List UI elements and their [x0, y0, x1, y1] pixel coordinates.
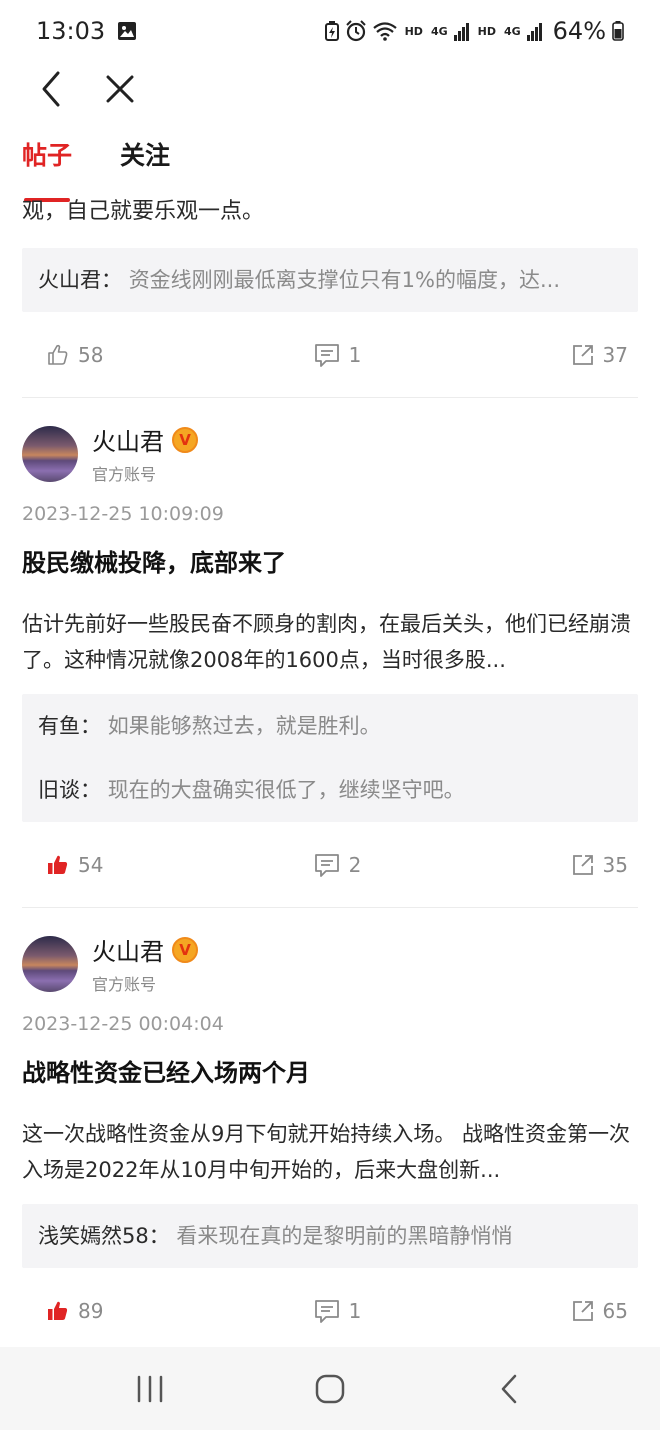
comment-line: 火山君： 资金线刚刚最低离支撑位只有1%的幅度，达... — [38, 266, 622, 294]
comment-preview-box[interactable]: 有鱼： 如果能够熬过去，就是胜利。 旧谈： 现在的大盘确实很低了，继续坚守吧。 — [22, 694, 638, 822]
author-block: 火山君 V 官方账号 — [92, 932, 198, 995]
like-button[interactable]: 54 — [22, 853, 103, 877]
share-icon — [572, 1300, 593, 1321]
post-actions: 58 1 37 — [22, 312, 638, 398]
signal-icon-2 — [526, 23, 542, 41]
comment-count: 1 — [348, 1298, 362, 1323]
back-arrow-icon[interactable] — [34, 69, 70, 109]
like-button[interactable]: 89 — [22, 1299, 103, 1323]
hd-label-1: HD — [404, 24, 423, 38]
feed[interactable]: 观，自己就要乐观一点。 火山君： 资金线刚刚最低离支撑位只有1%的幅度，达...… — [0, 190, 660, 1347]
comment-icon — [314, 343, 339, 367]
system-back-icon[interactable] — [490, 1371, 530, 1407]
tab-following[interactable]: 关注 — [120, 136, 170, 190]
battery-icon — [612, 21, 624, 41]
post-body[interactable]: 这一次战略性资金从9月下旬就开始持续入场。 战略性资金第一次入场是2022年从1… — [22, 1116, 638, 1188]
close-icon[interactable] — [102, 69, 138, 109]
comment-author: 火山君： — [38, 268, 122, 292]
comment-author: 有鱼： — [38, 714, 101, 738]
share-button[interactable]: 65 — [571, 1299, 638, 1323]
status-time: 13:03 — [36, 17, 106, 45]
status-bar: 13:03 HD 4G HD 4G 64% — [0, 0, 660, 62]
share-icon — [572, 854, 593, 875]
share-count: 37 — [602, 342, 628, 367]
author-block: 火山君 V 官方账号 — [92, 422, 198, 485]
author-name[interactable]: 火山君 — [92, 932, 164, 967]
post-actions: 89 1 65 — [22, 1268, 638, 1347]
signal-icon-1 — [453, 23, 469, 41]
post-body[interactable]: 估计先前好一些股民奋不顾身的割肉，在最后关头，他们已经崩溃了。这种情况就像200… — [22, 606, 638, 678]
gallery-notification-icon — [118, 22, 137, 40]
hd-label-2: HD — [477, 24, 496, 38]
post-actions: 54 2 35 — [22, 822, 638, 908]
top-nav — [0, 62, 660, 116]
like-count: 58 — [78, 342, 104, 367]
comment-line: 旧谈： 现在的大盘确实很低了，继续坚守吧。 — [38, 776, 622, 804]
thumbs-up-icon — [48, 344, 68, 365]
post-partial[interactable]: 观，自己就要乐观一点。 火山君： 资金线刚刚最低离支撑位只有1%的幅度，达...… — [0, 196, 660, 398]
wifi-icon — [372, 22, 397, 41]
share-button[interactable]: 35 — [571, 853, 638, 877]
comment-text: 现在的大盘确实很低了，继续坚守吧。 — [107, 778, 465, 802]
post-time: 2023-12-25 00:04:04 — [22, 1013, 224, 1035]
author-name[interactable]: 火山君 — [92, 422, 164, 457]
thumbs-up-icon — [48, 855, 68, 874]
comment-preview-box[interactable]: 火山君： 资金线刚刚最低离支撑位只有1%的幅度，达... — [22, 248, 638, 312]
avatar[interactable] — [22, 425, 78, 482]
post-title[interactable]: 战略性资金已经入场两个月 — [22, 1053, 638, 1088]
alarm-icon — [345, 20, 366, 42]
post-header: 火山君 V 官方账号 — [22, 932, 638, 995]
comment-count: 1 — [348, 342, 362, 367]
like-count: 89 — [78, 1298, 104, 1323]
thumbs-up-icon — [48, 1301, 68, 1320]
battery-saver-icon — [324, 21, 339, 41]
comment-count: 2 — [348, 852, 362, 877]
comment-button[interactable]: 2 — [313, 852, 362, 878]
network-label-2: 4G — [503, 24, 521, 38]
like-count: 54 — [78, 852, 104, 877]
author-subtitle: 官方账号 — [92, 975, 157, 994]
comment-button[interactable]: 1 — [313, 342, 362, 368]
home-icon[interactable] — [310, 1371, 350, 1407]
comment-text: 资金线刚刚最低离支撑位只有1%的幅度，达... — [128, 268, 561, 292]
comment-icon — [314, 853, 339, 877]
author-subtitle: 官方账号 — [92, 465, 157, 484]
comment-text: 看来现在真的是黎明前的黑暗静悄悄 — [176, 1224, 513, 1248]
system-nav-bar — [0, 1347, 660, 1430]
verified-badge-icon: V — [172, 426, 198, 453]
tab-bar: 帖子 关注 — [22, 136, 170, 202]
status-right: HD 4G HD 4G 64% — [324, 17, 624, 45]
author-row: 火山君 V — [92, 932, 198, 967]
comment-author: 旧谈： — [38, 778, 101, 802]
post-card[interactable]: 火山君 V 官方账号 2023-12-25 00:04:04 战略性资金已经入场… — [0, 908, 660, 1347]
network-label-1: 4G — [430, 24, 448, 38]
comment-preview-box[interactable]: 浅笑嫣然58： 看来现在真的是黎明前的黑暗静悄悄 — [22, 1204, 638, 1268]
share-icon — [572, 344, 593, 365]
share-button[interactable]: 37 — [571, 343, 638, 367]
post-time: 2023-12-25 10:09:09 — [22, 503, 224, 525]
comment-text: 如果能够熬过去，就是胜利。 — [107, 714, 381, 738]
post-card[interactable]: 火山君 V 官方账号 2023-12-25 10:09:09 股民缴械投降，底部… — [0, 398, 660, 908]
status-left: 13:03 — [36, 17, 137, 45]
avatar[interactable] — [22, 935, 78, 992]
comment-line: 有鱼： 如果能够熬过去，就是胜利。 — [38, 712, 622, 740]
comment-author: 浅笑嫣然58： — [38, 1224, 170, 1248]
like-button[interactable]: 58 — [22, 343, 103, 367]
post-title[interactable]: 股民缴械投降，底部来了 — [22, 543, 638, 578]
tab-posts[interactable]: 帖子 — [22, 136, 72, 202]
share-count: 35 — [602, 852, 628, 877]
author-row: 火山君 V — [92, 422, 198, 457]
verified-badge-icon: V — [172, 936, 198, 963]
battery-percent: 64% — [552, 17, 606, 45]
comment-button[interactable]: 1 — [313, 1298, 362, 1324]
post-body-tail: 观，自己就要乐观一点。 — [22, 199, 265, 224]
comment-icon — [314, 1299, 339, 1323]
comment-line: 浅笑嫣然58： 看来现在真的是黎明前的黑暗静悄悄 — [38, 1222, 622, 1250]
share-count: 65 — [602, 1298, 628, 1323]
post-header: 火山君 V 官方账号 — [22, 422, 638, 485]
recent-apps-icon[interactable] — [130, 1371, 170, 1407]
